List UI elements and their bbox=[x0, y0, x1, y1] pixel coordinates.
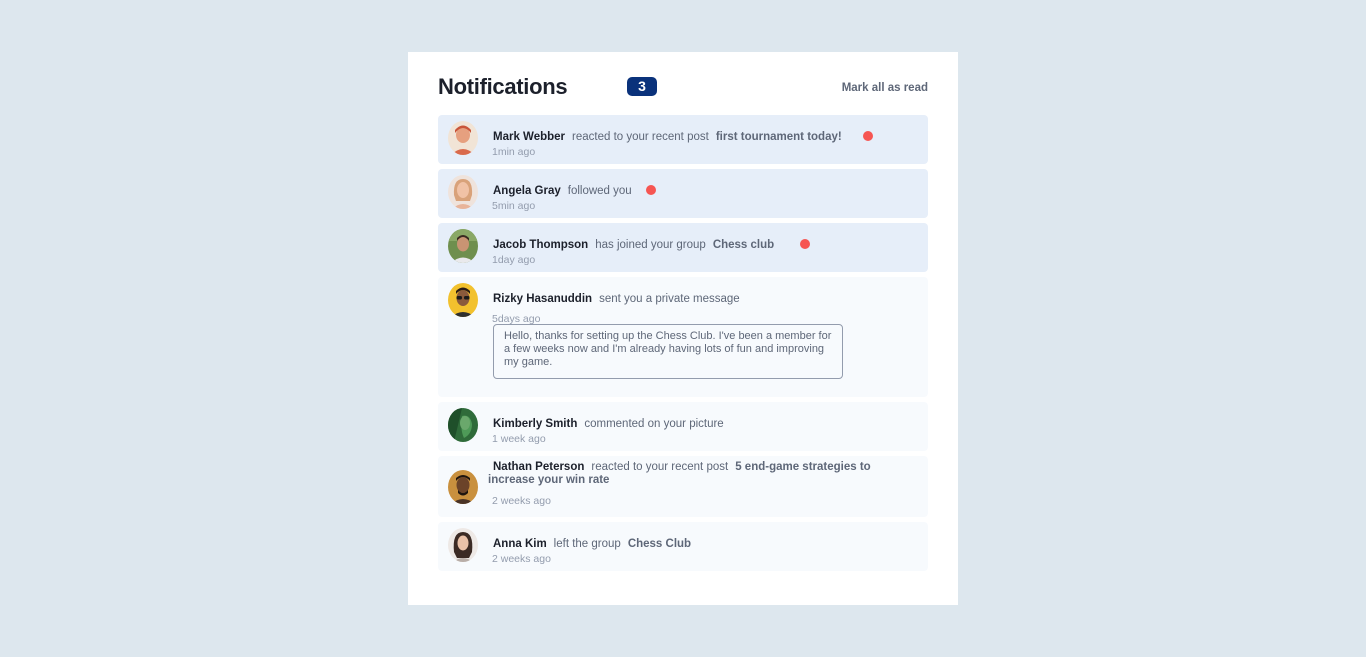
notifications-header: Notifications 3 Mark all as read bbox=[438, 52, 928, 115]
notification-user[interactable]: Anna Kim bbox=[493, 538, 547, 550]
notification-action: followed you bbox=[567, 185, 632, 197]
avatar[interactable] bbox=[448, 229, 478, 263]
notification-user[interactable]: Jacob Thompson bbox=[493, 239, 588, 251]
avatar-jacob-thompson-icon bbox=[448, 229, 478, 263]
notification-user[interactable]: Angela Gray bbox=[493, 185, 561, 197]
avatar[interactable] bbox=[448, 121, 478, 155]
notification-text: Kimberly Smith commented on your picture bbox=[493, 418, 888, 431]
unread-count-badge: 3 bbox=[627, 77, 657, 96]
notification-target[interactable]: Chess Club bbox=[628, 538, 691, 550]
avatar-mark-webber-icon bbox=[448, 121, 478, 155]
notification-action: sent you a private message bbox=[599, 293, 740, 305]
notification-text: Mark Webber reacted to your recent post fi… bbox=[493, 131, 888, 144]
notification-user[interactable]: Kimberly Smith bbox=[493, 418, 577, 430]
notification-item[interactable]: Anna Kim left the group Chess Club 2 weeks… bbox=[438, 522, 928, 571]
notification-user[interactable]: Rizky Hasanuddin bbox=[493, 293, 592, 305]
avatar-nathan-peterson-icon bbox=[448, 470, 478, 504]
private-message-preview[interactable]: Hello, thanks for setting up the Chess C… bbox=[493, 324, 843, 379]
notification-item[interactable]: Jacob Thompson has joined your group Chess… bbox=[438, 223, 928, 272]
notification-target[interactable]: Chess club bbox=[713, 239, 774, 251]
avatar[interactable] bbox=[448, 283, 478, 317]
mark-all-read-button[interactable]: Mark all as read bbox=[842, 82, 928, 94]
avatar[interactable] bbox=[448, 528, 478, 562]
notification-item[interactable]: Mark Webber reacted to your recent post fi… bbox=[438, 115, 928, 164]
unread-dot-icon bbox=[800, 239, 811, 249]
notification-action: has joined your group bbox=[595, 239, 706, 251]
notification-action: reacted to your recent post bbox=[572, 131, 709, 143]
avatar-rizky-hasanuddin-icon bbox=[448, 283, 478, 317]
notification-target[interactable]: first tournament today! bbox=[716, 131, 842, 143]
notification-item[interactable]: Rizky Hasanuddin sent you a private messa… bbox=[438, 277, 928, 397]
page-title: Notifications bbox=[438, 74, 568, 99]
notification-action: reacted to your recent post bbox=[591, 461, 729, 473]
avatar[interactable] bbox=[448, 175, 478, 209]
notification-text: Jacob Thompson has joined your group Chess… bbox=[493, 239, 888, 252]
notification-user[interactable]: Mark Webber bbox=[493, 131, 565, 143]
notification-text: Angela Gray followed you bbox=[493, 185, 888, 198]
notifications-card: Notifications 3 Mark all as read Mark We… bbox=[408, 52, 958, 605]
notification-time: 1min ago bbox=[492, 146, 536, 158]
notification-text: Anna Kim left the group Chess Club bbox=[493, 538, 888, 551]
avatar-anna-kim-icon bbox=[448, 528, 478, 562]
notification-time: 5min ago bbox=[492, 200, 536, 212]
avatar-kimberly-smith-icon bbox=[448, 408, 478, 442]
notification-time: 1 week ago bbox=[492, 433, 546, 445]
notification-action: commented on your picture bbox=[584, 418, 724, 430]
notification-item[interactable]: Nathan Peterson reacted to your recent po… bbox=[438, 456, 928, 517]
unread-dot-icon bbox=[862, 131, 873, 141]
notification-item[interactable]: Angela Gray followed you 5min ago bbox=[438, 169, 928, 218]
notification-action: left the group bbox=[553, 538, 621, 550]
notification-item[interactable]: Kimberly Smith commented on your picture … bbox=[438, 402, 928, 451]
unread-dot-icon bbox=[645, 185, 656, 195]
notification-user[interactable]: Nathan Peterson bbox=[493, 461, 584, 473]
notification-time: 2 weeks ago bbox=[492, 495, 551, 507]
notification-text: Rizky Hasanuddin sent you a private messa… bbox=[493, 293, 888, 306]
avatar[interactable] bbox=[448, 470, 478, 504]
notification-time: 2 weeks ago bbox=[492, 553, 551, 565]
notification-time: 1day ago bbox=[492, 254, 536, 266]
notification-text: Nathan Peterson reacted to your recent po… bbox=[488, 461, 883, 487]
avatar[interactable] bbox=[448, 408, 478, 442]
avatar-angela-gray-icon bbox=[448, 175, 478, 209]
